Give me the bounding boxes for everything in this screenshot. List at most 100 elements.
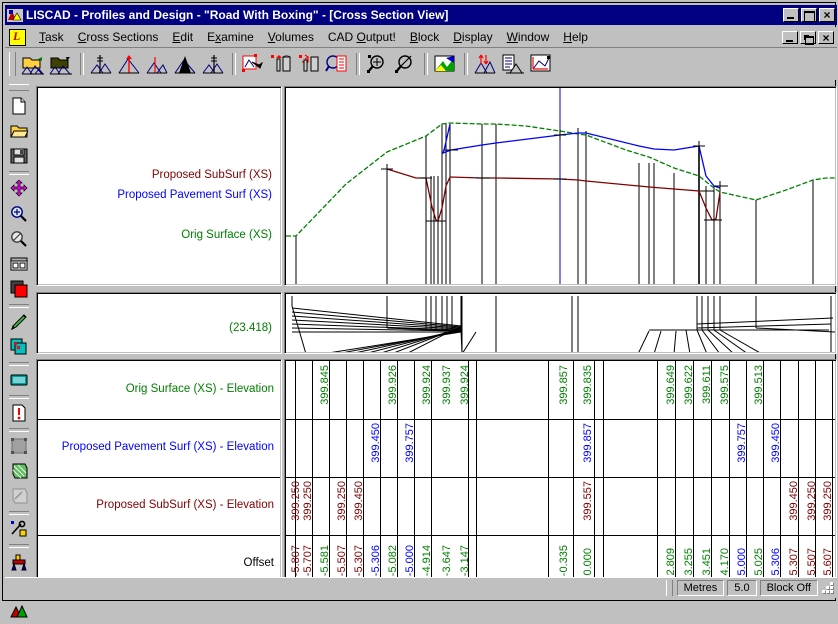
pan-icon[interactable] (7, 177, 31, 201)
column-divider (594, 361, 595, 579)
status-units[interactable]: Metres (676, 580, 725, 596)
column-divider (548, 361, 549, 579)
left-toolbar-separator (9, 304, 29, 308)
new-file-icon[interactable] (7, 94, 31, 118)
cell-sub-21: 399.250 (806, 481, 818, 521)
save-section-icon[interactable] (48, 51, 74, 77)
cell-offset-19: 5.306 (770, 548, 782, 576)
liscad-application-window: LISCAD - Profiles and Design - "Road Wit… (0, 0, 838, 618)
cell-offset-16: 4.170 (719, 548, 731, 576)
resize-grip-icon[interactable] (821, 581, 835, 595)
menu-item-volumes[interactable]: Volumes (261, 28, 321, 46)
cell-offset-3: -5.507 (336, 544, 348, 576)
cell-offset-1: -5.707 (302, 544, 314, 576)
terrain-icon[interactable] (7, 600, 31, 624)
toolbar-grip[interactable] (9, 52, 16, 76)
menu-item-display[interactable]: Display (446, 28, 499, 46)
menu-item-block[interactable]: Block (403, 28, 446, 46)
menu-item-task[interactable]: Task (32, 28, 71, 46)
liscad-logo-icon[interactable] (9, 28, 26, 46)
edit-section-icon[interactable] (240, 51, 266, 77)
close-button[interactable] (819, 8, 835, 22)
clear-area-icon[interactable] (7, 484, 31, 508)
cell-orig-11: 399.857 (558, 365, 570, 405)
mdi-close-button[interactable] (818, 30, 834, 44)
cell-offset-12: 0.000 (582, 548, 594, 576)
open-file-icon[interactable] (7, 119, 31, 143)
save-file-icon[interactable] (7, 144, 31, 168)
menu-item-examine[interactable]: Examine (200, 28, 261, 46)
open-section-icon[interactable] (20, 51, 46, 77)
surface-model-icon[interactable] (432, 51, 458, 77)
title-bar: LISCAD - Profiles and Design - "Road Wit… (5, 5, 837, 25)
cell-pave-12: 399.857 (582, 423, 594, 463)
column-divider (573, 361, 574, 579)
fill-area-icon[interactable] (7, 459, 31, 483)
edit-pencil-icon[interactable] (7, 310, 31, 334)
cell-sub-1: 399.250 (302, 481, 314, 521)
zoom-in-icon[interactable] (364, 51, 390, 77)
mdi-restore-button[interactable] (800, 30, 816, 45)
row-divider (38, 535, 280, 536)
section-prev-icon[interactable] (116, 51, 142, 77)
zoom-out-icon[interactable] (392, 51, 418, 77)
cell-offset-15: 3.451 (701, 548, 713, 576)
band-plan-panel[interactable] (284, 292, 837, 354)
report-icon[interactable] (324, 51, 350, 77)
left-toolbar-separator (9, 511, 29, 515)
status-scale[interactable]: 5.0 (727, 580, 757, 596)
section-last-icon[interactable] (200, 51, 226, 77)
cell-orig-13: 399.649 (665, 365, 677, 405)
minimize-button[interactable] (783, 8, 799, 22)
keyboard-entry-icon[interactable] (7, 368, 31, 392)
mdi-minimize-button[interactable] (782, 30, 798, 44)
menu-item-cross-sections[interactable]: Cross Sections (71, 28, 166, 46)
tools-icon[interactable] (7, 517, 31, 541)
menu-item-window[interactable]: Window (500, 28, 557, 46)
volumes-icon[interactable] (472, 51, 498, 77)
table-data[interactable]: 399.250 -5.807 399.250 -5.707 399.845 -5.581 3… (286, 361, 835, 579)
zoom-in-icon[interactable] (7, 202, 31, 226)
band-plan-content[interactable] (286, 294, 835, 352)
section-next-icon[interactable] (172, 51, 198, 77)
cell-orig-6: 399.926 (387, 365, 399, 405)
cell-sub-3: 399.250 (336, 481, 348, 521)
copy-layers-icon[interactable] (7, 335, 31, 359)
menu-item-edit[interactable]: Edit (165, 28, 200, 46)
cell-offset-17: 5.000 (736, 548, 748, 576)
zoom-out-icon[interactable] (7, 227, 31, 251)
move-point-icon[interactable] (296, 51, 322, 77)
menu-item-cad-output[interactable]: CAD Output! (321, 28, 403, 46)
left-toolbar-separator (9, 362, 29, 366)
left-toolbar-grip[interactable] (9, 84, 29, 91)
attributes-icon[interactable] (7, 401, 31, 425)
status-grip (665, 580, 673, 596)
cross-section-graph[interactable] (286, 88, 835, 284)
design-icon[interactable] (7, 550, 31, 574)
column-divider (476, 361, 477, 579)
section-first-icon[interactable] (88, 51, 114, 77)
toolbar-separator (232, 53, 236, 75)
band-label-content: (23.418) (38, 294, 280, 352)
legend-label-pavement: Proposed Pavement Surf (XS) (117, 189, 272, 201)
cell-sub-0: 399.250 (290, 481, 302, 521)
select-box-icon[interactable] (7, 434, 31, 458)
cell-offset-11: -0.335 (558, 544, 570, 576)
row-divider (286, 535, 835, 536)
table-data-panel[interactable]: 399.250 -5.807 399.250 -5.707 399.845 -5.581 3… (284, 359, 837, 581)
band-label: (23.418) (229, 322, 272, 334)
insert-point-icon[interactable] (268, 51, 294, 77)
status-block[interactable]: Block Off (759, 580, 818, 596)
redraw-icon[interactable] (7, 277, 31, 301)
report-sheet-icon[interactable] (500, 51, 526, 77)
cell-pave-17: 399.757 (736, 423, 748, 463)
cad-output-icon[interactable] (528, 51, 554, 77)
maximize-button[interactable] (801, 8, 817, 22)
mdi-window-controls (782, 30, 834, 45)
column-divider (798, 361, 799, 579)
section-current-icon[interactable] (144, 51, 170, 77)
zoom-window-icon[interactable] (7, 252, 31, 276)
menu-item-help[interactable]: Help (556, 28, 595, 46)
legend-panel: Proposed SubSurf (XS) Proposed Pavement … (36, 86, 282, 286)
cross-section-graph-panel[interactable] (284, 86, 837, 286)
